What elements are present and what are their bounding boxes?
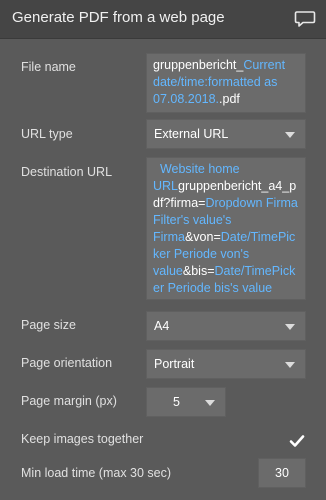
- static-text-token: .pdf: [219, 92, 240, 106]
- page-orientation-dropdown[interactable]: Portrait: [146, 349, 306, 379]
- page-size-label: Page size: [21, 318, 76, 332]
- chevron-down-icon: [205, 400, 215, 406]
- page-size-dropdown[interactable]: A4: [146, 311, 306, 341]
- page-size-value: A4: [154, 319, 170, 333]
- destination-url-expression: Website home URLgruppenbericht_a4_pdf?fi…: [147, 158, 305, 300]
- min-load-time-label: Min load time (max 30 sec): [21, 466, 172, 480]
- comment-icon[interactable]: [294, 10, 316, 28]
- page-orientation-label: Page orientation: [21, 356, 113, 370]
- page-margin-value: 5: [173, 395, 180, 409]
- destination-url-label: Destination URL: [21, 165, 113, 179]
- file-name-expression: gruppenbericht_Current date/time:formatt…: [147, 54, 305, 111]
- static-text-token: &von=: [184, 230, 221, 244]
- chevron-down-icon: [285, 324, 295, 330]
- min-load-time-value: 30: [275, 466, 289, 480]
- title-bar: Generate PDF from a web page: [0, 0, 326, 39]
- destination-url-field[interactable]: Website home URLgruppenbericht_a4_pdf?fi…: [146, 157, 306, 300]
- static-text-token: &bis=: [182, 264, 215, 278]
- page-margin-label: Page margin (px): [21, 394, 117, 408]
- panel-title: Generate PDF from a web page: [12, 9, 225, 26]
- chevron-down-icon: [285, 132, 295, 138]
- static-text-token: gruppenbericht_: [153, 58, 244, 72]
- min-load-time-input[interactable]: 30: [258, 458, 306, 488]
- page-margin-dropdown[interactable]: 5: [146, 387, 226, 417]
- pdf-action-panel: Generate PDF from a web page File name g…: [0, 0, 326, 500]
- file-name-field[interactable]: gruppenbericht_Current date/time:formatt…: [146, 53, 306, 113]
- keep-images-checkbox[interactable]: [288, 432, 306, 450]
- file-name-label: File name: [21, 60, 76, 74]
- keep-images-label: Keep images together: [21, 432, 144, 446]
- chevron-down-icon: [285, 362, 295, 368]
- url-type-value: External URL: [154, 127, 229, 141]
- url-type-dropdown[interactable]: External URL: [146, 119, 306, 149]
- page-orientation-value: Portrait: [154, 357, 195, 371]
- url-type-label: URL type: [21, 127, 73, 141]
